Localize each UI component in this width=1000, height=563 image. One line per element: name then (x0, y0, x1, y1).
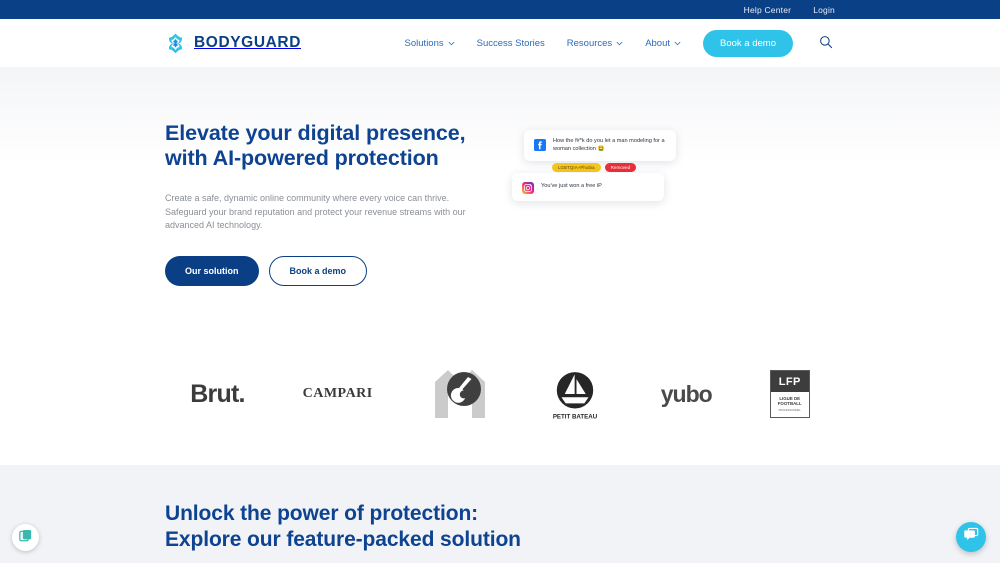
moderation-card-instagram: You've just won a free iP (512, 173, 664, 201)
features-title-line1: Unlock the power of protection: (165, 502, 479, 525)
nav-item-about[interactable]: About (645, 38, 681, 49)
hero-paragraph: Create a safe, dynamic online community … (165, 193, 466, 230)
nav-label-resources: Resources (566, 37, 613, 49)
chat-widget-button[interactable] (956, 522, 986, 552)
brand-logo-campari-label: CAMPARI (302, 386, 373, 401)
moderation-card-text: How the f#*k do you let a man modeling f… (553, 138, 665, 152)
search-button[interactable] (817, 34, 835, 52)
hero-title-line2: with AI-powered protection (165, 146, 439, 170)
brand-logo-petit-bateau-label: PETIT BATEAU (553, 413, 598, 420)
login-link[interactable]: Login (813, 5, 835, 15)
hero-title: Elevate your digital presence, with AI-p… (165, 121, 495, 171)
help-center-link[interactable]: Help Center (744, 5, 792, 15)
chat-bubble-icon (963, 526, 980, 548)
features-title-line2: Explore our feature-packed solution (165, 528, 521, 551)
moderation-badges: LGBTQIA+Phobia Removed (524, 163, 676, 172)
badge-removed: Removed (604, 163, 637, 172)
brand-logo-lfp: LFP LIGUE DE FOOTBALL PROFESSIONNEL (769, 366, 810, 422)
logo-wordmark: BODYGUARD (194, 34, 302, 51)
nav-label-success-stories: Success Stories (476, 37, 545, 49)
brand-logo-yubo-label: yubo (660, 380, 713, 407)
hero-book-demo-button[interactable]: Book a demo (268, 255, 368, 286)
brand-logo-brut: Brut. (190, 366, 245, 422)
badge-lgbtqia-phobia: LGBTQIA+Phobia (552, 163, 601, 172)
search-icon (819, 35, 833, 52)
chevron-down-icon (616, 40, 623, 47)
nav-item-resources[interactable]: Resources (567, 38, 623, 49)
instagram-icon (522, 181, 534, 194)
brand-logo-campari: CAMPARI (303, 366, 373, 422)
brand-logo-m6 (431, 366, 489, 422)
header-book-demo-button[interactable]: Book a demo (703, 29, 793, 57)
bodyguard-pinwheel-icon (165, 33, 186, 54)
cookie-consent-icon (18, 528, 33, 548)
lfp-sub-line2: FOOTBALL (777, 401, 802, 407)
site-header: BODYGUARD Solutions Success Stories Reso… (0, 19, 1000, 67)
lfp-sub-line3: PROFESSIONNEL (778, 408, 801, 412)
nav-item-success-stories[interactable]: Success Stories (477, 38, 545, 49)
chevron-down-icon (448, 40, 455, 47)
nav-label-about: About (645, 37, 671, 49)
chevron-down-icon (674, 40, 681, 47)
nav-label-solutions: Solutions (404, 37, 444, 49)
hero-content: Elevate your digital presence, with AI-p… (165, 121, 495, 286)
brand-logo-lfp-label: LFP (770, 371, 809, 392)
cookie-consent-button[interactable] (12, 524, 39, 551)
brand-logo-brut-label: Brut. (190, 379, 245, 408)
brand-logo-petit-bateau: PETIT BATEAU (547, 366, 603, 422)
nav-item-solutions[interactable]: Solutions (405, 38, 455, 49)
our-solution-button[interactable]: Our solution (165, 255, 259, 286)
hero-illustration: How the f#*k do you let a man modeling f… (495, 121, 835, 286)
moderation-card-text: You've just won a free iP (541, 183, 602, 190)
features-section: Unlock the power of protection: Explore … (0, 465, 1000, 563)
features-section-title: Unlock the power of protection: Explore … (165, 501, 835, 553)
facebook-icon (534, 138, 546, 151)
client-logos-band: Brut. CAMPARI PETIT BATEAU yubo LFP LIGU… (0, 323, 1000, 465)
logo-home-link[interactable]: BODYGUARD (165, 33, 301, 54)
brand-logo-yubo: yubo (660, 366, 713, 422)
top-utility-bar: Help Center Login (0, 0, 1000, 19)
hero-section: Elevate your digital presence, with AI-p… (0, 67, 1000, 323)
hero-cta-group: Our solution Book a demo (165, 255, 495, 286)
main-navigation: Solutions Success Stories Resources Abou… (405, 29, 835, 57)
hero-title-line1: Elevate your digital presence, (165, 121, 466, 145)
page-root: Help Center Login BODYGUARD Solutions Su… (0, 0, 1000, 563)
moderation-card-facebook: How the f#*k do you let a man modeling f… (524, 130, 676, 162)
